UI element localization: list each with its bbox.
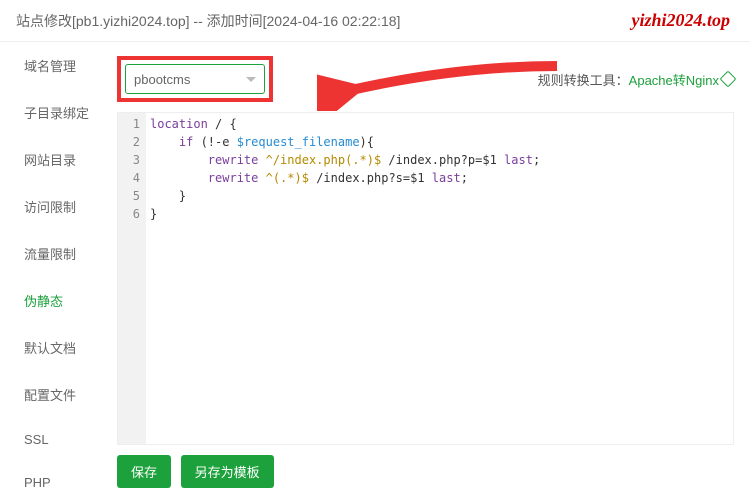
tool-link-block: 规则转换工具：Apache转Nginx (538, 70, 734, 89)
code-line: location / { (150, 115, 540, 133)
sidebar-item-6[interactable]: 默认文档 (0, 324, 105, 371)
sidebar-item-9[interactable]: PHP (0, 461, 105, 500)
sidebar-item-1[interactable]: 子目录绑定 (0, 89, 105, 136)
apache-to-nginx-link[interactable]: Apache转Nginx (629, 70, 734, 89)
sidebar-item-0[interactable]: 域名管理 (0, 42, 105, 89)
sidebar-item-7[interactable]: 配置文件 (0, 371, 105, 418)
main: pbootcms 规则转换工具：Apache转Nginx 123456 loca… (105, 42, 750, 500)
save-button[interactable]: 保存 (117, 455, 171, 488)
code-line: if (!-e $request_filename){ (150, 133, 540, 151)
layout: 域名管理子目录绑定网站目录访问限制流量限制伪静态默认文档配置文件SSLPHP重定… (0, 42, 750, 500)
footer: 保存 另存为模板 (117, 445, 734, 488)
arrow-annotation (317, 51, 567, 111)
sidebar: 域名管理子目录绑定网站目录访问限制流量限制伪静态默认文档配置文件SSLPHP重定… (0, 42, 105, 500)
topbar: pbootcms 规则转换工具：Apache转Nginx (117, 56, 734, 102)
sidebar-item-3[interactable]: 访问限制 (0, 183, 105, 230)
header: 站点修改[pb1.yizhi2024.top] -- 添加时间[2024-04-… (0, 0, 750, 42)
template-select[interactable]: pbootcms (125, 64, 265, 94)
tool-label: 规则转换工具： (538, 73, 629, 88)
line-gutter: 123456 (118, 113, 146, 444)
code-line: rewrite ^(.*)$ /index.php?s=$1 last; (150, 169, 540, 187)
code-line: } (150, 205, 540, 223)
chevron-down-icon (246, 77, 256, 82)
sidebar-item-4[interactable]: 流量限制 (0, 230, 105, 277)
sidebar-item-8[interactable]: SSL (0, 418, 105, 461)
sidebar-item-2[interactable]: 网站目录 (0, 136, 105, 183)
brand-watermark: yizhi2024.top (631, 10, 730, 31)
code-line: } (150, 187, 540, 205)
select-highlight-frame: pbootcms (117, 56, 273, 102)
select-value: pbootcms (134, 72, 190, 87)
page-title: 站点修改[pb1.yizhi2024.top] -- 添加时间[2024-04-… (16, 11, 400, 31)
sidebar-item-5[interactable]: 伪静态 (0, 277, 105, 324)
code-editor[interactable]: 123456 location / { if (!-e $request_fil… (117, 112, 734, 445)
code-line: rewrite ^/index.php(.*)$ /index.php?p=$1… (150, 151, 540, 169)
external-link-icon (720, 71, 737, 88)
code-body[interactable]: location / { if (!-e $request_filename){… (146, 113, 544, 444)
save-as-template-button[interactable]: 另存为模板 (181, 455, 274, 488)
